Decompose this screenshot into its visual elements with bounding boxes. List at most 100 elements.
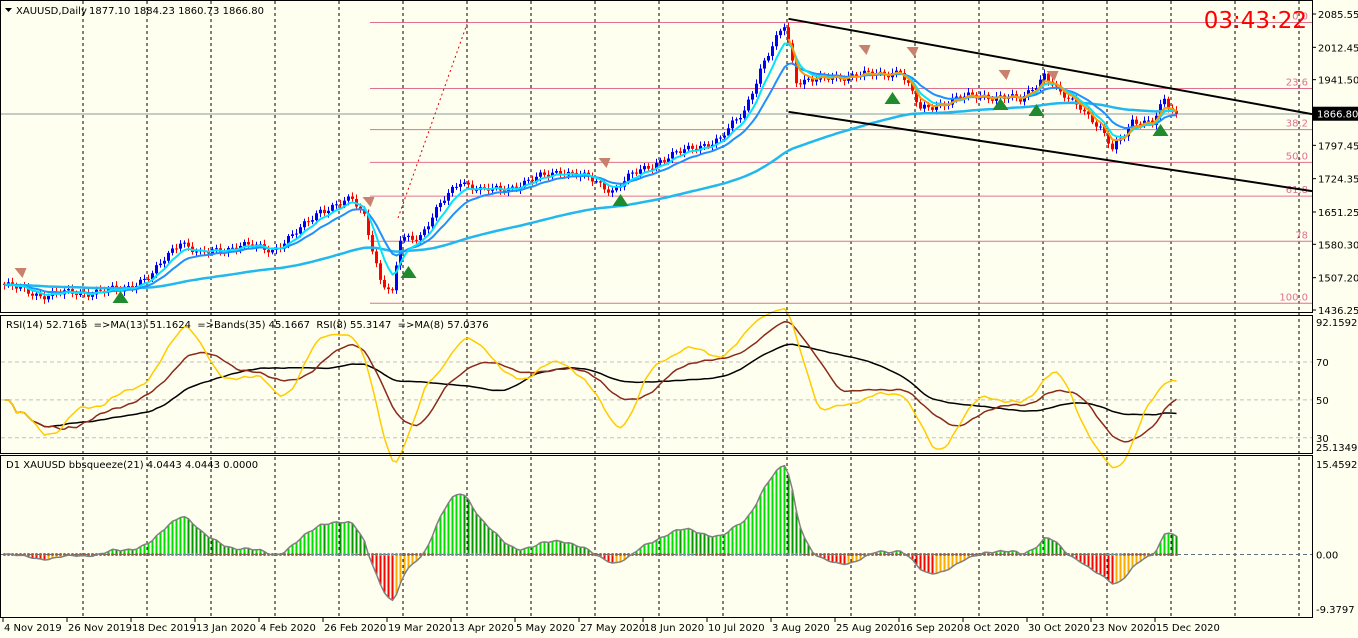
squeeze-dot — [819, 552, 822, 556]
squeeze-dot — [27, 552, 30, 556]
squeeze-dot — [1079, 552, 1082, 556]
candle — [931, 107, 934, 110]
candle — [159, 263, 162, 266]
candle — [543, 172, 546, 175]
squeeze-dot — [1047, 552, 1050, 556]
fib-level-label: 38.2 — [1286, 119, 1308, 130]
squeeze-dot — [799, 552, 802, 556]
squeeze-dot — [511, 552, 514, 556]
squeeze-dot — [879, 552, 882, 556]
squeeze-dot — [31, 552, 34, 556]
squeeze-dot — [467, 552, 470, 556]
squeeze-dot — [251, 552, 254, 556]
squeeze-dot — [739, 552, 742, 556]
candle — [431, 217, 434, 227]
trading-chart[interactable]: 0.023.638.250.061.878100.0 92.1592705030… — [0, 0, 1358, 638]
squeeze-dot — [583, 552, 586, 556]
squeeze-dot — [263, 552, 266, 556]
squeeze-dot — [1043, 552, 1046, 556]
candle — [663, 160, 666, 162]
candle — [155, 265, 158, 274]
candle — [1111, 143, 1114, 150]
candle — [407, 235, 410, 238]
squeeze-dot — [179, 552, 182, 556]
squeeze-dot — [1171, 552, 1174, 556]
time-tick-label: 25 Aug 2020 — [836, 623, 900, 634]
candle — [611, 190, 614, 193]
squeeze-dot — [195, 552, 198, 556]
squeeze-dot — [883, 552, 886, 556]
squeeze-dot — [1115, 552, 1118, 556]
squeeze-dot — [951, 552, 954, 556]
candle — [427, 226, 430, 230]
squeeze-dot — [1011, 552, 1014, 556]
fib-level-label: 23.6 — [1286, 78, 1308, 89]
candle — [439, 202, 442, 208]
squeeze-dot — [159, 552, 162, 556]
fib-level-label: 50.0 — [1286, 151, 1308, 162]
squeeze-dot — [759, 552, 762, 556]
squeeze-dot — [147, 552, 150, 556]
squeeze-dot — [555, 552, 558, 556]
squeeze-dot — [743, 552, 746, 556]
squeeze-dot — [1159, 552, 1162, 556]
squeeze-dot — [651, 552, 654, 556]
candle — [815, 79, 818, 82]
squeeze-dot — [415, 552, 418, 556]
candle — [403, 237, 406, 241]
squeeze-dot — [1059, 552, 1062, 556]
squeeze-dot — [495, 552, 498, 556]
squeeze-dot — [551, 552, 554, 556]
squeeze-dot — [483, 552, 486, 556]
squeeze-dot — [755, 552, 758, 556]
squeeze-dot — [1007, 552, 1010, 556]
candle — [1167, 98, 1170, 108]
candle — [723, 135, 726, 138]
candle — [1071, 98, 1074, 100]
price-tick-label: 1580.30 — [1318, 240, 1358, 251]
squeeze-dot — [1087, 552, 1090, 556]
squeeze-dot — [491, 552, 494, 556]
squeeze-dot — [399, 552, 402, 556]
squeeze-dot — [307, 552, 310, 556]
squeeze-dot — [255, 552, 258, 556]
candle — [379, 263, 382, 280]
candle — [463, 182, 466, 184]
squeeze-dot — [527, 552, 530, 556]
squeeze-dot — [1175, 552, 1178, 556]
candle — [459, 183, 462, 187]
squeeze-dot — [383, 552, 386, 556]
squeeze-dot — [291, 552, 294, 556]
squeeze-dot — [371, 552, 374, 556]
squeeze-dot — [463, 552, 466, 556]
time-tick-label: 18 Dec 2019 — [132, 623, 196, 634]
squeeze-dot — [803, 552, 806, 556]
squeeze-dot — [47, 552, 50, 556]
candle — [719, 137, 722, 139]
candle — [163, 260, 166, 264]
squeeze-dot — [855, 552, 858, 556]
time-tick-label: 15 Dec 2020 — [1156, 623, 1220, 634]
candle — [375, 251, 378, 264]
squeeze-dot — [231, 552, 234, 556]
squeeze-dot — [451, 552, 454, 556]
candle — [739, 117, 742, 120]
squeeze-dot — [155, 552, 158, 556]
squeeze-dot — [967, 552, 970, 556]
squeeze-dot — [1163, 552, 1166, 556]
squeeze-dot — [1075, 552, 1078, 556]
candle — [751, 93, 754, 100]
candle — [659, 160, 662, 163]
squeeze-dot — [403, 552, 406, 556]
squeeze-dot — [611, 552, 614, 556]
squeeze-dot — [587, 552, 590, 556]
squeeze-dot — [499, 552, 502, 556]
squeeze-dot — [443, 552, 446, 556]
squeeze-dot — [623, 552, 626, 556]
squeeze-dot — [355, 552, 358, 556]
squeeze-dot — [1127, 552, 1130, 556]
rsi-tick-label: 50 — [1316, 396, 1329, 407]
candle — [527, 179, 530, 181]
candle — [635, 172, 638, 174]
squeeze-dot — [711, 552, 714, 556]
